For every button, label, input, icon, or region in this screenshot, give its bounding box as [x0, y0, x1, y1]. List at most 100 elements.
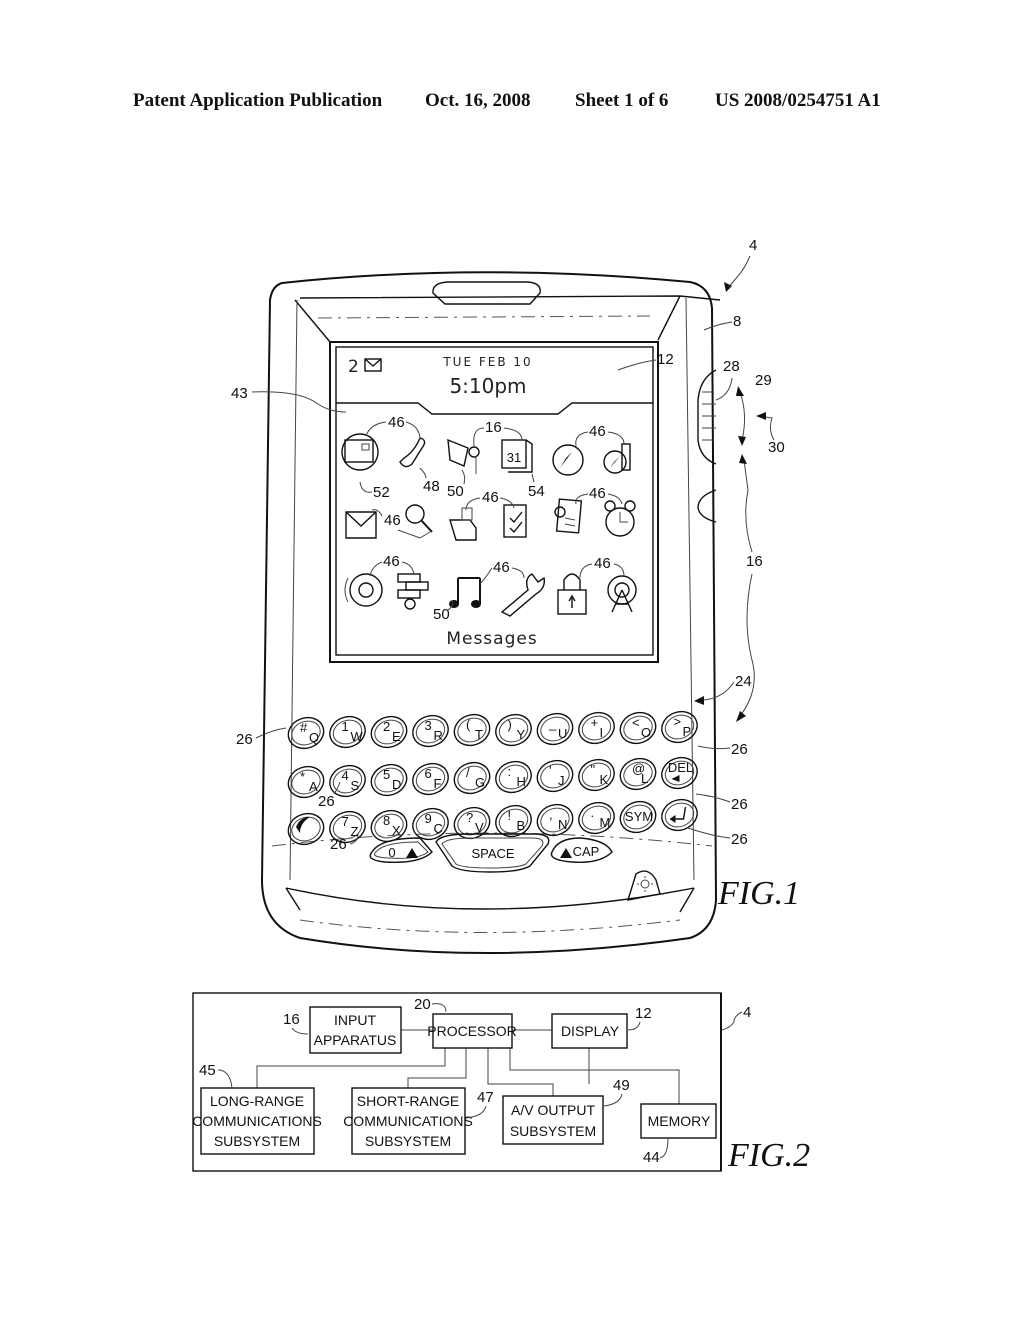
key-enter[interactable]: [657, 795, 701, 836]
tasks-icon[interactable]: [503, 504, 527, 538]
speaker-icon[interactable]: [344, 573, 383, 607]
key-r[interactable]: 3R: [408, 711, 452, 752]
key-symbol: *: [300, 769, 305, 784]
key-k[interactable]: "K: [574, 755, 618, 796]
key-symbol: .: [591, 805, 595, 820]
tools-icon[interactable]: [500, 573, 546, 617]
key-u[interactable]: _U: [533, 709, 577, 750]
ref-49: 49: [613, 1077, 630, 1094]
ref-20: 20: [414, 996, 431, 1013]
key-o[interactable]: <O: [616, 708, 660, 749]
cap-key-label: CAP: [573, 844, 600, 859]
short-range-line-1: SHORT-RANGE: [357, 1093, 459, 1109]
alarm-icon[interactable]: [604, 500, 636, 537]
ref-26-c: 26: [731, 796, 748, 813]
bricks-game-icon[interactable]: [397, 573, 429, 610]
short-range-line-3: SUBSYSTEM: [365, 1133, 451, 1149]
long-range-line-1: LONG-RANGE: [210, 1093, 304, 1109]
key-t[interactable]: (T: [450, 710, 494, 751]
key-letter: M: [600, 815, 611, 830]
key-f[interactable]: 6F: [408, 759, 452, 800]
key-letter: R: [434, 728, 443, 743]
ref-43: 43: [231, 385, 248, 402]
ref-45: 45: [199, 1062, 216, 1079]
search-icon[interactable]: [397, 504, 433, 539]
lock-icon[interactable]: [557, 573, 587, 615]
key-symbol: !: [508, 808, 512, 823]
alt-key[interactable]: 0: [369, 837, 433, 863]
envelope-icon: [364, 358, 382, 372]
folder-icon[interactable]: [449, 507, 477, 541]
signal-tower-icon[interactable]: [607, 575, 637, 613]
status-time: 5:10pm: [449, 374, 526, 398]
ref-44: 44: [643, 1149, 660, 1166]
key-symbol: #: [300, 720, 308, 735]
key-p[interactable]: >P: [657, 707, 701, 748]
long-range-line-2: COMMUNICATIONS: [192, 1113, 322, 1129]
key-letter: E: [392, 729, 401, 744]
key-w[interactable]: 1W: [325, 712, 369, 753]
ref-47: 47: [477, 1089, 494, 1106]
ref-26-a: 26: [236, 731, 253, 748]
memo-icon[interactable]: [554, 498, 583, 534]
ref-46-h: 46: [594, 555, 611, 572]
maps-icon[interactable]: [603, 443, 631, 474]
key-symbol: /: [466, 765, 470, 780]
key-letter: N: [558, 817, 567, 832]
key-y[interactable]: )Y: [491, 710, 535, 751]
key-j[interactable]: 'J: [533, 756, 577, 797]
mail-icon[interactable]: [345, 511, 377, 539]
short-range-line-2: COMMUNICATIONS: [343, 1113, 473, 1129]
light-key[interactable]: [626, 870, 661, 901]
key-letter: C: [434, 821, 443, 836]
messages-icon[interactable]: [341, 433, 379, 471]
memory-label: MEMORY: [648, 1113, 711, 1129]
key-letter: U: [558, 726, 567, 741]
key-d[interactable]: 5D: [367, 760, 411, 801]
key-sym[interactable]: SYM: [616, 797, 660, 838]
key-g[interactable]: /G: [450, 758, 494, 799]
key-symbol: 8: [383, 813, 390, 828]
calendar-icon[interactable]: 31: [501, 439, 533, 473]
key-h[interactable]: :H: [491, 757, 535, 798]
key-q[interactable]: #Q: [284, 713, 328, 754]
key-letter: F: [434, 776, 442, 791]
key-e[interactable]: 2E: [367, 712, 411, 753]
ref-4-fig2: 4: [743, 1004, 751, 1021]
key-l[interactable]: @L: [616, 754, 660, 795]
key-m[interactable]: .M: [574, 798, 618, 839]
input-apparatus-block: INPUT APPARATUS: [309, 1006, 402, 1054]
browser-icon[interactable]: [552, 444, 584, 476]
key-symbol: :: [508, 764, 512, 779]
key-letter: Y: [517, 727, 526, 742]
key-x[interactable]: 8X: [367, 806, 411, 847]
key-b[interactable]: !B: [491, 801, 535, 842]
key-symbol: +: [591, 715, 599, 730]
key-del[interactable]: DEL: [657, 753, 701, 794]
key-label: SYM: [625, 809, 653, 824]
key-symbol: ": [591, 762, 596, 777]
space-key[interactable]: SPACE: [435, 833, 550, 873]
key-i[interactable]: +I: [574, 708, 618, 749]
ref-46-a: 46: [388, 414, 405, 431]
calendar-day: 31: [507, 450, 521, 465]
key-symbol: 7: [342, 814, 349, 829]
key-letter: V: [475, 820, 484, 835]
ref-28: 28: [723, 358, 740, 375]
fig2-caption: FIG.2: [727, 1137, 810, 1174]
key-v[interactable]: ?V: [450, 803, 494, 844]
ref-26-e: 26: [318, 793, 335, 810]
long-range-line-3: SUBSYSTEM: [214, 1133, 300, 1149]
key-letter: P: [683, 724, 692, 739]
ref-24: 24: [735, 673, 752, 690]
key-letter: I: [600, 725, 604, 740]
cap-key[interactable]: CAP: [550, 837, 613, 863]
key-symbol: ': [549, 763, 551, 778]
key-symbol: 9: [425, 811, 432, 826]
music-icon[interactable]: [449, 577, 481, 608]
status-date: TUE FEB 10: [442, 355, 532, 369]
phone-icon[interactable]: [399, 437, 426, 468]
ref-50-a: 50: [447, 483, 464, 500]
ref-16: 16: [746, 553, 763, 570]
key-symbol: 5: [383, 767, 390, 782]
